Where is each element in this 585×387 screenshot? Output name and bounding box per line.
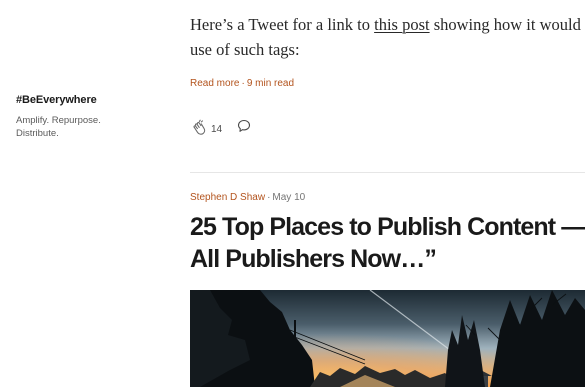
publication-sidebar: #BeEverywhere Amplify. Repurpose. Distri… bbox=[16, 94, 156, 140]
author-link[interactable]: Stephen D Shaw bbox=[190, 192, 265, 203]
post-title-line: 25 Top Places to Publish Content — bbox=[190, 213, 585, 241]
excerpt-line: Here’s a Tweet for a link to this post s… bbox=[190, 12, 585, 37]
tagline-line: Distribute. bbox=[16, 128, 59, 139]
this-post-link[interactable]: this post bbox=[374, 15, 429, 34]
publication-name[interactable]: #BeEverywhere bbox=[16, 94, 156, 106]
tagline-line: Amplify. Repurpose. bbox=[16, 115, 101, 126]
excerpt-text: Here’s a Tweet for a link to bbox=[190, 15, 375, 34]
clap-icon[interactable] bbox=[190, 119, 208, 137]
post-excerpt: Here’s a Tweet for a link to this post s… bbox=[190, 12, 585, 62]
post-title[interactable]: 25 Top Places to Publish Content — All P… bbox=[190, 211, 585, 275]
separator-dot: · bbox=[241, 78, 245, 89]
post-feed: Here’s a Tweet for a link to this post s… bbox=[190, 0, 585, 387]
post-title-line: All Publishers Now…” bbox=[190, 245, 437, 273]
hero-photo bbox=[190, 290, 585, 387]
publication-tagline: Amplify. Repurpose. Distribute. bbox=[16, 114, 156, 140]
post-hero-image[interactable] bbox=[190, 290, 585, 387]
clap-count: 14 bbox=[211, 124, 223, 135]
post-date: May 10 bbox=[272, 192, 306, 203]
excerpt-text: showing how it would look bbox=[433, 15, 585, 34]
post-divider bbox=[190, 172, 585, 173]
excerpt-line: use of such tags: bbox=[190, 40, 300, 59]
post-actions: 14 bbox=[190, 118, 251, 138]
comment-icon[interactable] bbox=[237, 119, 251, 133]
read-time: 9 min read bbox=[246, 78, 295, 89]
separator-dot: · bbox=[267, 192, 271, 203]
read-more-row: Read more · 9 min read bbox=[190, 78, 294, 89]
read-more-link[interactable]: Read more bbox=[190, 78, 239, 89]
post-byline: Stephen D Shaw · May 10 bbox=[190, 192, 305, 203]
